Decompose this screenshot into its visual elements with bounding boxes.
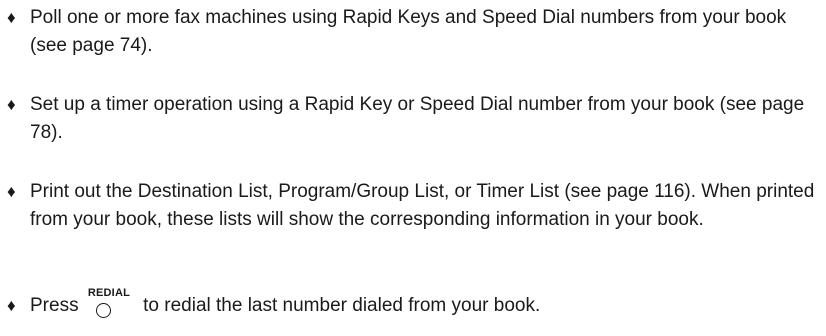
list-item: ♦ Set up a timer operation using a Rapid… [7, 91, 819, 147]
list-item: ♦ Print out the Destination List, Progra… [7, 178, 819, 234]
list-item-text: Set up a timer operation using a Rapid K… [30, 94, 805, 143]
diamond-bullet-icon: ♦ [7, 95, 16, 114]
list-item-text: Print out the Destination List, Program/… [30, 181, 815, 230]
redial-key-label: REDIAL [87, 287, 131, 299]
diamond-bullet-icon: ♦ [7, 296, 16, 315]
list-item: ♦ Press REDIAL to redial the last number… [7, 287, 819, 320]
round-button-icon [95, 303, 111, 318]
list-item-text: Press REDIAL to redial the last number d… [7, 287, 819, 320]
list-item: ♦ Poll one or more fax machines using Ra… [7, 4, 819, 60]
list-item-text: Poll one or more fax machines using Rapi… [30, 7, 787, 56]
diamond-bullet-icon: ♦ [7, 8, 16, 27]
press-text: Press [30, 295, 84, 316]
diamond-bullet-icon: ♦ [7, 182, 16, 201]
redial-key: REDIAL [84, 287, 138, 320]
redial-instruction-text: to redial the last number dialed from yo… [137, 295, 541, 316]
